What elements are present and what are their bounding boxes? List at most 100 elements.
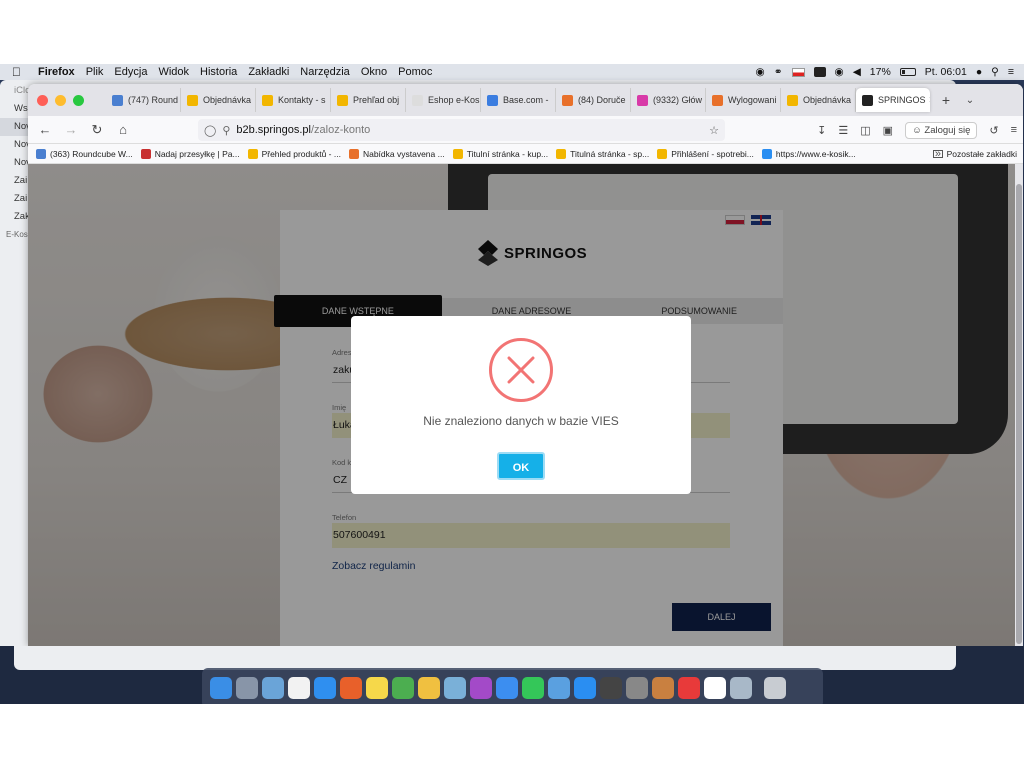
gimp-icon[interactable] — [600, 677, 622, 699]
menu-file[interactable]: Plik — [86, 66, 104, 78]
menu-bookmarks[interactable]: Zakładki — [248, 66, 289, 78]
close-window-icon[interactable] — [37, 94, 48, 106]
firefox-window: (747) Round Objednávka Kontakty - s Prehľad… — [28, 84, 1023, 646]
tab[interactable]: Eshop e-Kos — [406, 88, 481, 112]
desktop-bottom — [0, 646, 1024, 704]
login-button[interactable]: ☺ Zaloguj się — [905, 121, 978, 139]
shield-icon[interactable]: ◯ — [204, 124, 216, 137]
tab-favicon-icon — [712, 94, 723, 106]
clock[interactable]: Pt. 06:01 — [925, 66, 967, 78]
tab[interactable]: Prehľad obj — [331, 88, 406, 112]
bg-sidebar-item: Nov — [0, 118, 31, 136]
notebook-icon[interactable] — [652, 677, 674, 699]
page-scrollbar[interactable] — [1015, 164, 1023, 646]
lock-icon[interactable]: ⚲ — [222, 124, 230, 137]
battery-icon[interactable] — [899, 68, 916, 76]
menu-view[interactable]: Widok — [158, 66, 189, 78]
volume-icon[interactable]: ◀ — [853, 66, 861, 78]
spotlight-search-icon[interactable]: ⚲ — [991, 66, 999, 78]
bookmark-item[interactable]: Titulní stránka - kup... — [452, 148, 548, 159]
trash-icon[interactable] — [764, 677, 786, 699]
tab-label: (84) Doruče — [578, 95, 626, 105]
numbers-icon[interactable] — [392, 677, 414, 699]
bookmark-item[interactable]: https://www.e-kosik... — [761, 148, 856, 159]
other-bookmarks-folder[interactable]: Pozostałe zakładki — [932, 149, 1017, 159]
bookmark-item[interactable]: Nabídka vystavena ... — [348, 148, 445, 159]
bookmark-item[interactable]: Přihlášení - spotrebi... — [657, 148, 754, 159]
image-capture-icon[interactable] — [730, 677, 752, 699]
scrollbar-thumb[interactable] — [1016, 184, 1022, 644]
calendar-icon[interactable] — [288, 677, 310, 699]
bookmark-star-icon[interactable]: ☆ — [709, 124, 719, 137]
close-tab-icon[interactable]: ✕ — [929, 95, 930, 106]
menu-history[interactable]: Historia — [200, 66, 237, 78]
user-icon[interactable]: ● — [976, 66, 982, 78]
finder-icon[interactable] — [210, 677, 232, 699]
window-controls — [37, 94, 84, 106]
zoom-window-icon[interactable] — [73, 94, 84, 106]
bookmark-label: (363) Roundcube W... — [50, 148, 133, 159]
system-preferences-icon[interactable] — [626, 677, 648, 699]
launchpad-icon[interactable] — [236, 677, 258, 699]
forward-arrow-icon[interactable]: → — [58, 122, 84, 137]
bookmark-item[interactable]: (363) Roundcube W... — [36, 148, 133, 159]
tab[interactable]: Base.com - — [481, 88, 556, 112]
bookmark-item[interactable]: Přehled produktů - ... — [247, 148, 341, 159]
safari-icon[interactable] — [314, 677, 336, 699]
messages-icon[interactable] — [496, 677, 518, 699]
expressvpn-icon[interactable] — [678, 677, 700, 699]
pages-icon[interactable] — [418, 677, 440, 699]
background-window-bottom — [14, 646, 956, 670]
link-status-icon[interactable]: ⚭ — [774, 66, 783, 78]
ok-button[interactable]: OK — [497, 452, 545, 480]
photos-icon[interactable] — [704, 677, 726, 699]
tab[interactable]: Wylogowani — [706, 88, 781, 112]
library-icon[interactable]: ☰ — [838, 124, 848, 137]
minimize-window-icon[interactable] — [55, 94, 66, 106]
preview-icon[interactable] — [262, 677, 284, 699]
tab-label: (747) Round — [128, 95, 179, 105]
input-language-icon[interactable] — [791, 67, 805, 77]
wifi-icon[interactable]: ◉ — [835, 66, 844, 78]
back-arrow-icon[interactable]: ← — [32, 122, 58, 137]
menu-help[interactable]: Pomoc — [398, 66, 432, 78]
new-tab-icon[interactable]: + — [934, 92, 958, 108]
share-icon[interactable]: ↺ — [989, 124, 998, 137]
tab[interactable]: (9332) Głów — [631, 88, 706, 112]
menu-app-name[interactable]: Firefox — [38, 66, 75, 78]
menu-edit[interactable]: Edycja — [114, 66, 147, 78]
menu-hamburger-icon[interactable]: ≡ — [1011, 124, 1017, 136]
tab[interactable]: (84) Doruče — [556, 88, 631, 112]
tab[interactable]: Objednávka — [781, 88, 856, 112]
home-icon[interactable]: ⌂ — [110, 122, 136, 137]
keynote-icon[interactable] — [548, 677, 570, 699]
page-content: SPRINGOS DANE WSTĘPNE DANE ADRESOWE PODS… — [28, 164, 1015, 646]
tab-list-chevron-down-icon[interactable]: ⌄ — [958, 95, 982, 106]
display-icon[interactable] — [813, 67, 826, 77]
menu-tools[interactable]: Narzędzia — [300, 66, 350, 78]
app-store-icon[interactable] — [574, 677, 596, 699]
control-center-icon[interactable]: ≡ — [1008, 66, 1014, 78]
error-message: Nie znaleziono danych w bazie VIES — [423, 414, 619, 428]
notes-icon[interactable] — [366, 677, 388, 699]
downloads-icon[interactable]: ↧ — [817, 124, 826, 137]
tab-label: (9332) Głów — [653, 95, 703, 105]
menu-window[interactable]: Okno — [361, 66, 387, 78]
tab-label: Objednávka — [203, 95, 252, 105]
tab-active[interactable]: SPRINGOS✕ — [856, 88, 930, 112]
sidebar-icon[interactable]: ◫ — [860, 124, 870, 137]
tab[interactable]: Kontakty - s — [256, 88, 331, 112]
reload-icon[interactable]: ↻ — [84, 122, 110, 138]
bookmark-item[interactable]: Nadaj przesyłkę | Pa... — [140, 148, 240, 159]
apple-menu-icon[interactable]:  — [12, 65, 26, 79]
firefox-icon[interactable] — [340, 677, 362, 699]
tab[interactable]: (747) Round — [106, 88, 181, 112]
facetime-icon[interactable] — [522, 677, 544, 699]
tab[interactable]: Objednávka — [181, 88, 256, 112]
url-bar[interactable]: ◯ ⚲ b2b.springos.pl /zaloz-konto ☆ — [198, 119, 725, 141]
maps-icon[interactable] — [444, 677, 466, 699]
app-status-icon[interactable]: ◉ — [756, 66, 765, 78]
podcasts-icon[interactable] — [470, 677, 492, 699]
extension-icon[interactable]: ▣ — [883, 124, 893, 137]
bookmark-item[interactable]: Titulná stránka - sp... — [556, 148, 649, 159]
